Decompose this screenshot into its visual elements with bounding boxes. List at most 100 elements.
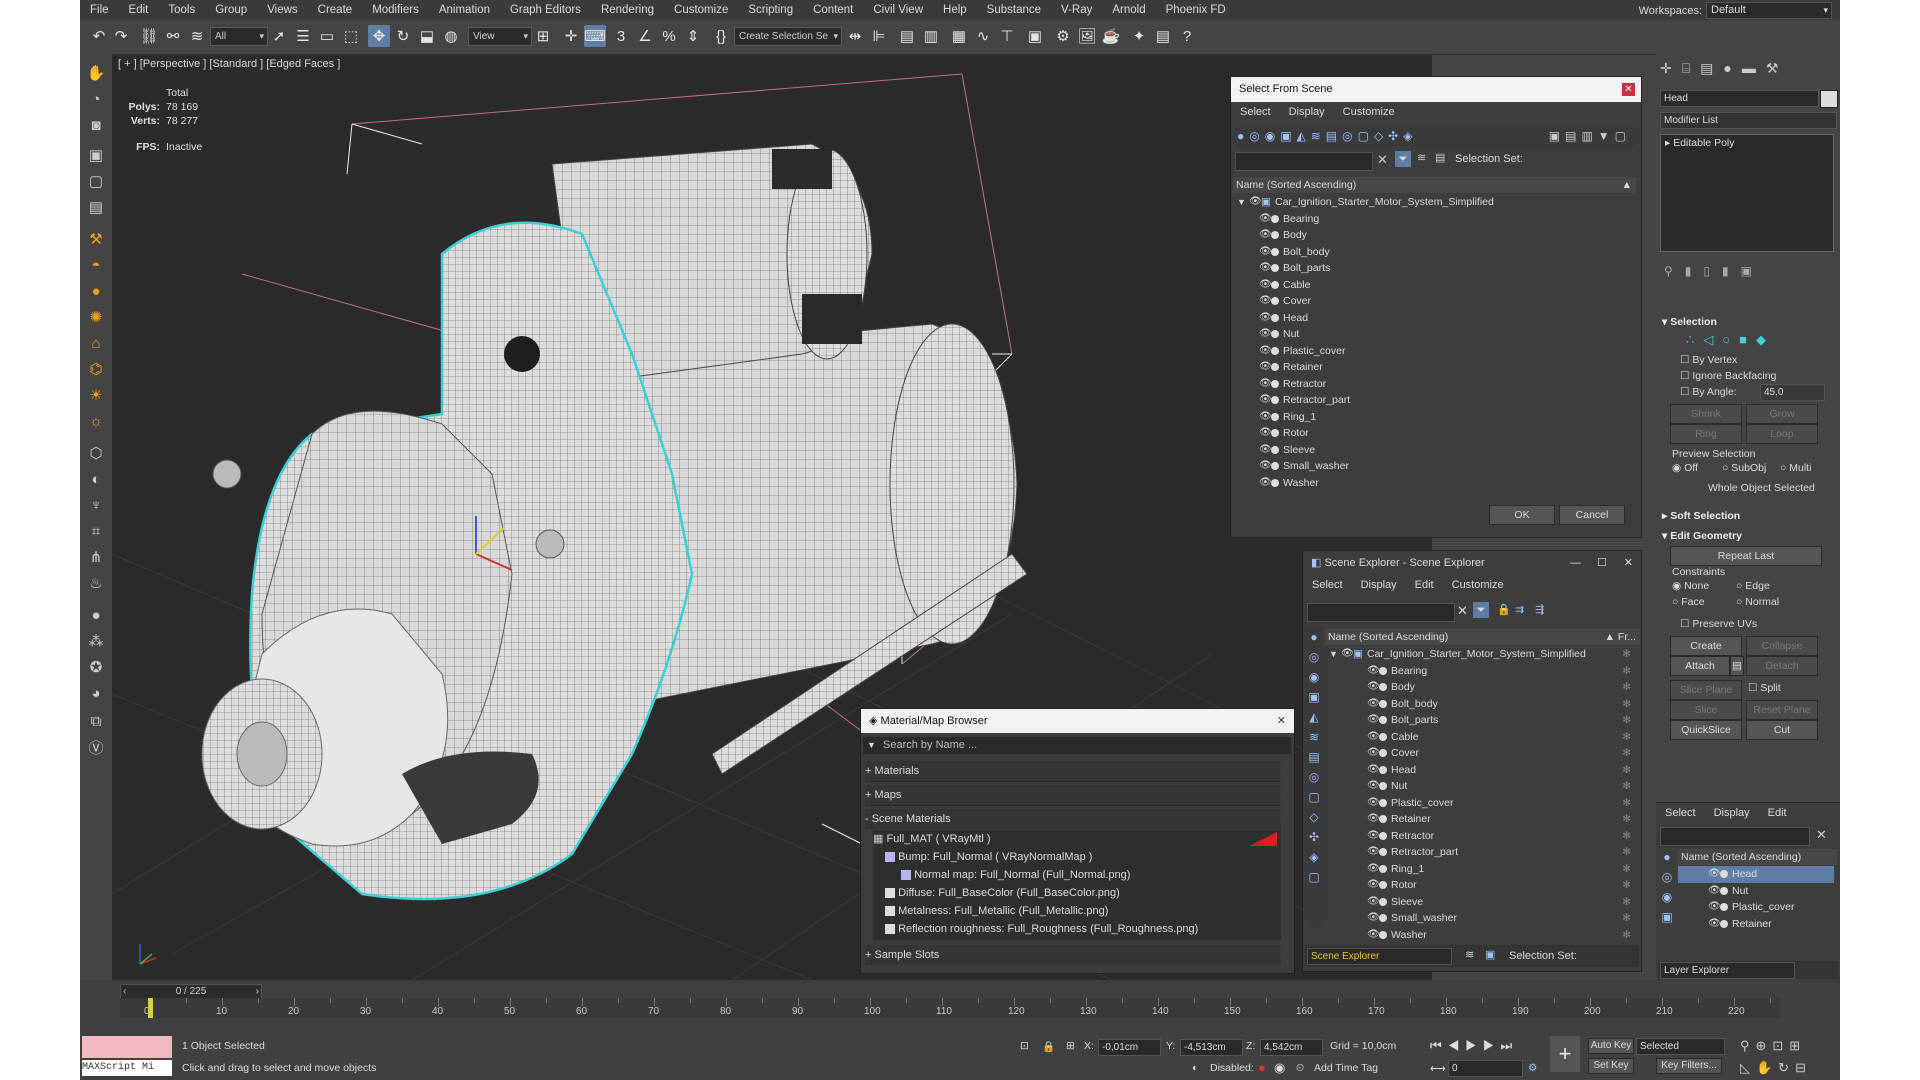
- viewport-nav-controls[interactable]: ⚲⊕⊡⊞: [1740, 1038, 1806, 1054]
- align-icon[interactable]: ⊫: [868, 25, 890, 47]
- menu-modifiers[interactable]: Modifiers: [362, 0, 429, 20]
- angle-snap-icon[interactable]: ∠: [634, 25, 656, 47]
- preview-off-radio[interactable]: ◉ Off: [1672, 462, 1698, 474]
- slice-plane-button[interactable]: Slice Plane: [1670, 680, 1742, 700]
- constraint-edge-radio[interactable]: ○ Edge: [1736, 580, 1770, 592]
- grass-icon[interactable]: ⋔: [85, 546, 107, 568]
- visibility-eye-icon[interactable]: 👁: [1367, 712, 1380, 729]
- scene-explorer-menu-display[interactable]: Display: [1352, 579, 1406, 591]
- visibility-eye-icon[interactable]: 👁: [1367, 679, 1380, 696]
- menu-arnold[interactable]: Arnold: [1102, 0, 1155, 20]
- layers-icon[interactable]: ≋: [1465, 948, 1474, 961]
- vray-frame-buffer-icon[interactable]: ▤: [1152, 25, 1174, 47]
- visibility-eye-icon[interactable]: 👁: [1367, 696, 1380, 713]
- repeat-last-button[interactable]: Repeat Last: [1670, 546, 1822, 566]
- set-key-button[interactable]: Set Key: [1588, 1058, 1634, 1074]
- stack-tools[interactable]: ⚲▮▯▮▣: [1664, 264, 1764, 278]
- hammer-icon[interactable]: ⚒: [85, 228, 107, 250]
- selection-filter-select[interactable]: All: [210, 27, 268, 46]
- list-item[interactable]: 👁 Bolt_parts: [1233, 260, 1633, 277]
- close-icon[interactable]: ✕: [1277, 709, 1286, 733]
- sample-slots-group[interactable]: + Sample Slots: [865, 945, 1281, 965]
- viewport-label[interactable]: [ + ] [Perspective ] [Standard ] [Edged …: [118, 58, 340, 70]
- layer-sort-icon[interactable]: ⇶: [1535, 603, 1544, 616]
- bump-map-entry[interactable]: Bump: Full_Normal ( VRayNormalMap ): [873, 848, 1281, 866]
- scene-materials-group[interactable]: - Scene Materials: [865, 809, 1281, 829]
- visibility-eye-icon[interactable]: 👁: [1367, 729, 1380, 746]
- grow-button[interactable]: Grow: [1746, 404, 1818, 424]
- layers-icon[interactable]: ⧉: [85, 710, 107, 732]
- list-item[interactable]: 👁 Retainer: [1233, 359, 1633, 376]
- freeze-icon[interactable]: ✻: [1622, 712, 1631, 729]
- list-item[interactable]: 👁 Cable: [1233, 277, 1633, 294]
- filter-toggle-icon[interactable]: ⏷: [1395, 151, 1411, 167]
- window-crossing-icon[interactable]: ⬚: [340, 25, 362, 47]
- visibility-eye-icon[interactable]: 👁: [1259, 359, 1272, 376]
- scene-explorer-search-input[interactable]: [1307, 603, 1455, 622]
- menu-phoenix-fd[interactable]: Phoenix FD: [1156, 0, 1236, 20]
- select-object-icon[interactable]: ➚: [268, 25, 290, 47]
- scene-explorer-root-row[interactable]: ▼ 👁 ▣ Car_Ignition_Starter_Motor_System_…: [1325, 646, 1637, 663]
- schematic-view-icon[interactable]: ⊤: [996, 25, 1018, 47]
- close-icon[interactable]: ✕: [1624, 551, 1633, 575]
- by-vertex-option[interactable]: ☐ By Vertex: [1680, 354, 1737, 366]
- auto-key-button[interactable]: Auto Key: [1588, 1038, 1634, 1054]
- time-tag-icon[interactable]: ⏲: [1296, 1062, 1304, 1075]
- minimize-icon[interactable]: —: [1570, 551, 1581, 575]
- globe-icon[interactable]: ◐: [85, 468, 107, 490]
- list-item[interactable]: 👁 Small_washer: [1233, 458, 1633, 475]
- key-filters-button[interactable]: Key Filters...: [1656, 1058, 1722, 1074]
- toggle-ribbon-icon[interactable]: ▦: [948, 25, 970, 47]
- ambient-light-icon[interactable]: ☼: [85, 410, 107, 432]
- list-item[interactable]: 👁 Body ✻: [1325, 679, 1637, 696]
- curve-editor-icon[interactable]: ∿: [972, 25, 994, 47]
- layer-explorer-menu-display[interactable]: Display: [1705, 807, 1759, 819]
- freeze-icon[interactable]: ✻: [1622, 927, 1631, 944]
- layer-list-item[interactable]: 👁 Nut: [1678, 883, 1834, 900]
- freeze-icon[interactable]: ✻: [1622, 894, 1631, 911]
- freeze-icon[interactable]: ✻: [1622, 778, 1631, 795]
- select-manipulate-icon[interactable]: ✛: [560, 25, 582, 47]
- layer-column-header[interactable]: Name (Sorted Ascending): [1678, 849, 1837, 865]
- visibility-eye-icon[interactable]: 👁: [1259, 293, 1272, 310]
- visibility-eye-icon[interactable]: 👁: [1367, 745, 1380, 762]
- freeze-icon[interactable]: ✻: [1622, 679, 1631, 696]
- multi-sphere-icon[interactable]: ⁂: [85, 630, 107, 652]
- selection-rollout-header[interactable]: ▾ Selection: [1662, 314, 1834, 330]
- preserve-uvs-checkbox[interactable]: ☐ Preserve UVs: [1680, 618, 1757, 630]
- dome-icon[interactable]: ◓: [85, 254, 107, 276]
- lock-icon[interactable]: 🔒: [1497, 603, 1511, 616]
- bind-space-warp-icon[interactable]: ≋: [186, 25, 208, 47]
- menu-graph-editors[interactable]: Graph Editors: [500, 0, 591, 20]
- detach-button[interactable]: Detach: [1746, 656, 1818, 676]
- list-item[interactable]: 👁 Retractor: [1233, 376, 1633, 393]
- normal-map-entry[interactable]: Normal map: Full_Normal (Full_Normal.png…: [873, 866, 1281, 884]
- command-panel-tabs[interactable]: ✛⌸▤●▬⚒: [1660, 60, 1836, 78]
- metalness-map-entry[interactable]: Metalness: Full_Metallic (Full_Metallic.…: [873, 902, 1281, 920]
- visibility-eye-icon[interactable]: 👁: [1259, 211, 1272, 228]
- list-item[interactable]: 👁 Bearing ✻: [1325, 663, 1637, 680]
- quickslice-button[interactable]: QuickSlice: [1670, 720, 1742, 740]
- layer-filter-icons[interactable]: ● ◎ ◉ ▣: [1658, 847, 1676, 937]
- snaps-toggle-icon[interactable]: 3: [610, 25, 632, 47]
- set-key-big-button[interactable]: +: [1550, 1036, 1580, 1072]
- collapse-arrow-icon[interactable]: ▼: [1237, 194, 1246, 211]
- list-item[interactable]: 👁 Cable ✻: [1325, 729, 1637, 746]
- film-icon[interactable]: ▤: [85, 196, 107, 218]
- visibility-eye-icon[interactable]: 👁: [1367, 663, 1380, 680]
- visibility-eye-icon[interactable]: 👁: [1259, 392, 1272, 409]
- list-item[interactable]: 👁 Cover: [1233, 293, 1633, 310]
- visibility-eye-icon[interactable]: 👁: [1708, 866, 1721, 883]
- selection-sets-icon[interactable]: ▣: [1485, 948, 1495, 961]
- ref-coord-select[interactable]: View: [468, 27, 532, 46]
- visibility-eye-icon[interactable]: 👁: [1367, 910, 1380, 927]
- link-icon[interactable]: ⛓: [138, 25, 160, 47]
- menu-substance[interactable]: Substance: [977, 0, 1051, 20]
- constraint-face-radio[interactable]: ○ Face: [1672, 596, 1705, 608]
- freeze-icon[interactable]: ✻: [1622, 811, 1631, 828]
- select-dialog-menu-select[interactable]: Select: [1231, 106, 1280, 118]
- reset-plane-button[interactable]: Reset Plane: [1746, 700, 1818, 720]
- chevron-down-icon[interactable]: ▼: [867, 737, 876, 754]
- visibility-eye-icon[interactable]: 👁: [1259, 244, 1272, 261]
- material-editor-icon[interactable]: ▣: [1024, 25, 1046, 47]
